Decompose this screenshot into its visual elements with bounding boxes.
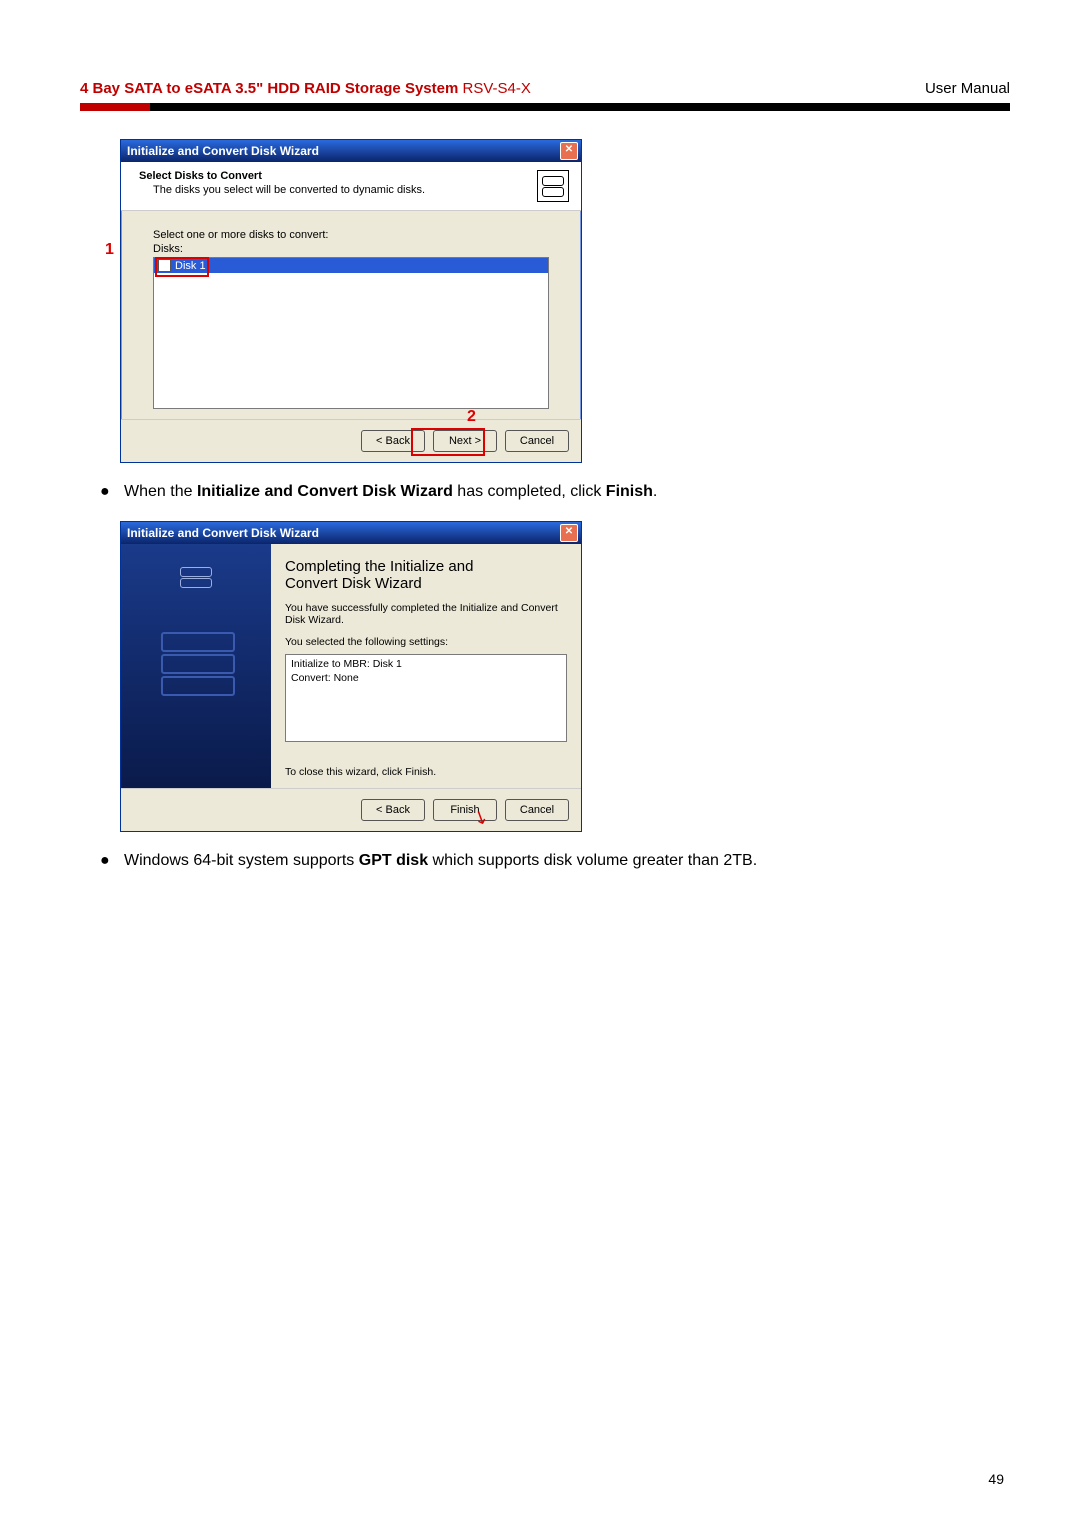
- disk-stack-icon: [537, 170, 569, 202]
- page-number: 49: [988, 1471, 1004, 1487]
- close-icon[interactable]: ✕: [560, 524, 578, 542]
- b1-post: .: [653, 483, 657, 500]
- wizard-dialog-select-disks: Initialize and Convert Disk Wizard ✕ Sel…: [120, 139, 582, 463]
- annotation-box-1: [155, 257, 209, 277]
- disk-listbox[interactable]: Disk 1: [153, 257, 549, 409]
- wizard-header-text: Select Disks to Convert The disks you se…: [139, 170, 425, 196]
- b2-pre: Windows 64-bit system supports: [124, 852, 359, 869]
- cancel-button[interactable]: Cancel: [505, 430, 569, 452]
- disks-caption: Disks:: [153, 243, 549, 255]
- header-title-model: RSV-S4-X: [462, 80, 530, 97]
- settings-summary-box: Initialize to MBR: Disk 1 Convert: None: [285, 654, 567, 742]
- header-rule: [80, 103, 1010, 111]
- wizard-body: Select one or more disks to convert: Dis…: [121, 211, 581, 419]
- instruction-bullet-1: ● When the Initialize and Convert Disk W…: [100, 481, 1010, 503]
- b1-mid: has completed, click: [453, 483, 606, 500]
- page-content: Initialize and Convert Disk Wizard ✕ Sel…: [80, 111, 1010, 873]
- annotation-number-1: 1: [105, 241, 114, 259]
- wizard-header-subtitle: The disks you select will be converted t…: [153, 184, 425, 196]
- header-right-label: User Manual: [925, 80, 1010, 97]
- page-header: 4 Bay SATA to eSATA 3.5" HDD RAID Storag…: [80, 80, 1010, 97]
- wizard-header: Select Disks to Convert The disks you se…: [121, 162, 581, 211]
- wizard-titlebar[interactable]: Initialize and Convert Disk Wizard ✕: [121, 140, 581, 162]
- header-rule-main: [150, 103, 1010, 111]
- cancel-button[interactable]: Cancel: [505, 799, 569, 821]
- bullet-dot: ●: [100, 850, 124, 872]
- settings-line-2: Convert: None: [291, 672, 561, 686]
- wizard-dialog-completing: Initialize and Convert Disk Wizard ✕ Com…: [120, 521, 582, 832]
- completion-para2: You selected the following settings:: [285, 636, 567, 648]
- bullet-text-2: Windows 64-bit system supports GPT disk …: [124, 850, 1010, 872]
- wizard2-title: Initialize and Convert Disk Wizard: [127, 526, 319, 540]
- disk-list-item[interactable]: Disk 1: [154, 258, 548, 273]
- wizard-button-row: < Back Next > Cancel 2: [121, 419, 581, 462]
- header-rule-accent: [80, 103, 150, 111]
- manual-page: 4 Bay SATA to eSATA 3.5" HDD RAID Storag…: [0, 0, 1080, 1527]
- wizard2-side-graphic: [121, 544, 271, 788]
- b2-bold1: GPT disk: [359, 852, 428, 869]
- disk-stack-icon: [176, 562, 216, 602]
- wizard2-button-row: < Back Finish Cancel ↘: [121, 788, 581, 831]
- completion-title-line1: Completing the Initialize and: [285, 558, 567, 575]
- b1-bold1: Initialize and Convert Disk Wizard: [197, 483, 453, 500]
- close-icon[interactable]: ✕: [560, 142, 578, 160]
- b1-bold2: Finish: [606, 483, 653, 500]
- wizard-header-title: Select Disks to Convert: [139, 170, 425, 182]
- wizard-title: Initialize and Convert Disk Wizard: [127, 144, 319, 158]
- bullet-text-1: When the Initialize and Convert Disk Wiz…: [124, 481, 1010, 503]
- completion-title-line2: Convert Disk Wizard: [285, 575, 567, 592]
- annotation-box-2: [411, 428, 485, 456]
- wizard2-titlebar[interactable]: Initialize and Convert Disk Wizard ✕: [121, 522, 581, 544]
- select-disks-label: Select one or more disks to convert:: [153, 229, 549, 241]
- bullet-dot: ●: [100, 481, 124, 503]
- settings-line-1: Initialize to MBR: Disk 1: [291, 658, 561, 672]
- b1-pre: When the: [124, 483, 197, 500]
- annotation-number-2: 2: [467, 408, 476, 426]
- back-button[interactable]: < Back: [361, 799, 425, 821]
- completion-para1: You have successfully completed the Init…: [285, 602, 567, 626]
- header-title-bold: 4 Bay SATA to eSATA 3.5" HDD RAID Storag…: [80, 80, 462, 97]
- wizard2-right-pane: Completing the Initialize and Convert Di…: [271, 544, 581, 788]
- completion-para3: To close this wizard, click Finish.: [285, 766, 567, 778]
- large-disk-icon: [151, 632, 241, 692]
- instruction-bullet-2: ● Windows 64-bit system supports GPT dis…: [100, 850, 1010, 872]
- wizard2-split: Completing the Initialize and Convert Di…: [121, 544, 581, 788]
- header-title: 4 Bay SATA to eSATA 3.5" HDD RAID Storag…: [80, 80, 531, 97]
- b2-post: which supports disk volume greater than …: [428, 852, 757, 869]
